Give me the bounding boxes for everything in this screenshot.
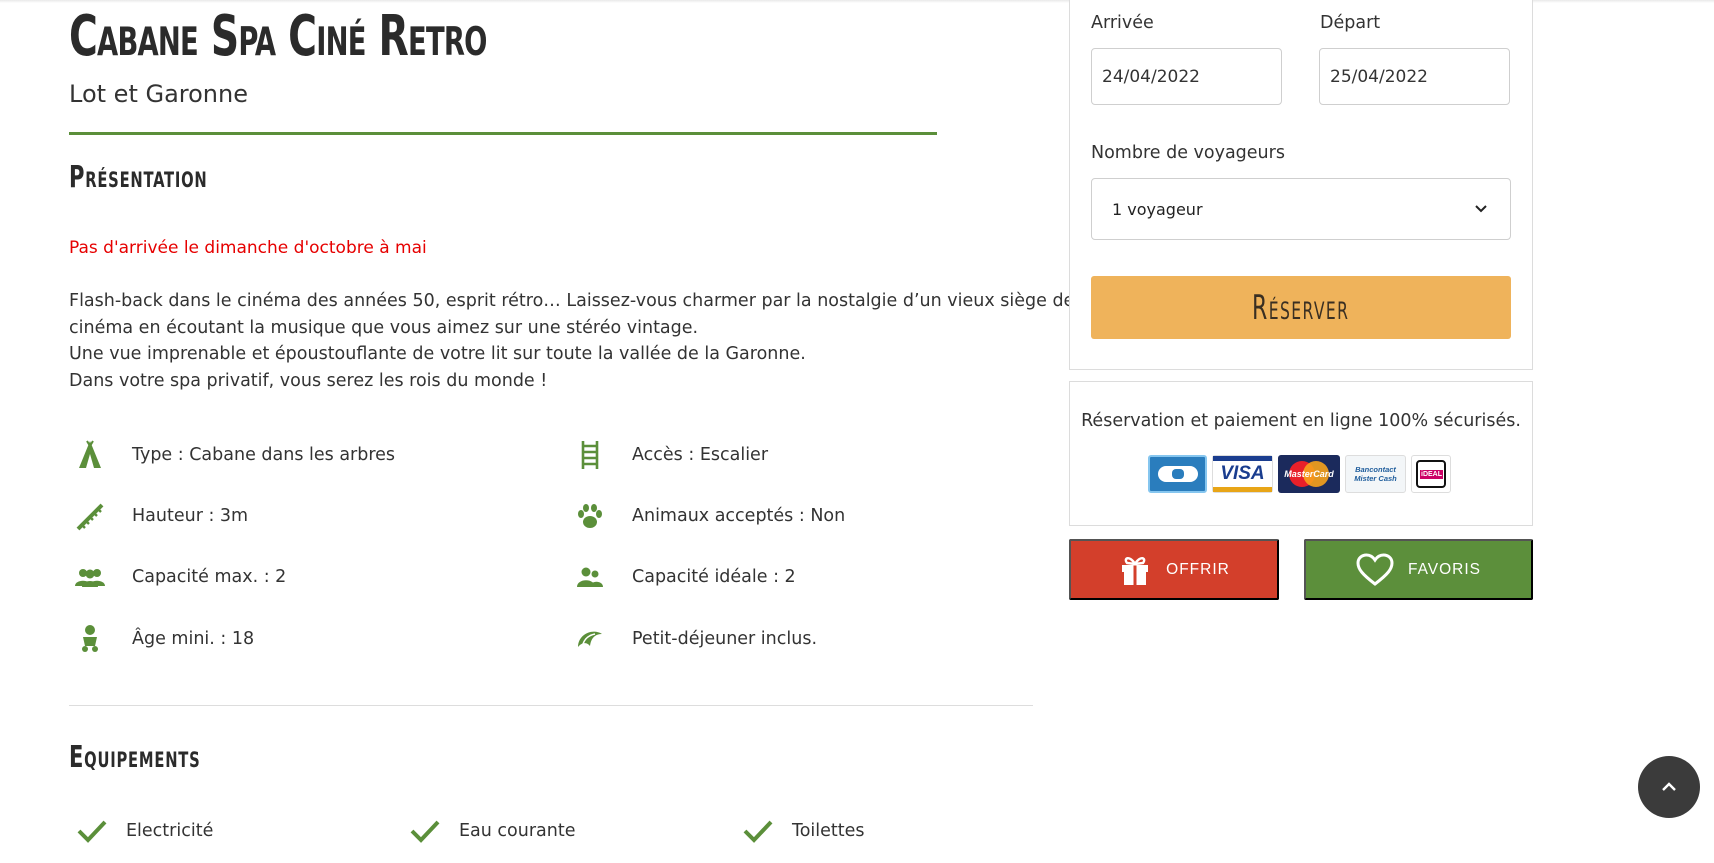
cb-card-logo: [1148, 455, 1207, 493]
feature-animals: Animaux acceptés : Non: [570, 496, 845, 536]
feature-label: Type : Cabane dans les arbres: [132, 445, 396, 465]
ladder-icon: [570, 435, 610, 475]
favorites-button-label: FAVORIS: [1407, 560, 1482, 578]
reserve-button-label: Réserver: [1252, 287, 1350, 328]
bancontact-text: Bancontact Mister Cash: [1354, 465, 1397, 483]
equipment-item-electricity: Electricité: [76, 814, 213, 848]
chevron-down-icon: [1475, 205, 1487, 213]
travelers-select[interactable]: 1 voyageur: [1091, 178, 1511, 240]
ideal-text: iDEAL: [1420, 469, 1443, 479]
feature-label: Hauteur : 3m: [132, 506, 249, 526]
equipment-item-toilets: Toilettes: [742, 814, 865, 848]
description-line: Une vue imprenable et époustouflante de …: [69, 344, 806, 364]
check-icon: [410, 820, 440, 843]
arrival-label: Arrivée: [1091, 13, 1154, 33]
secure-payment-panel: Réservation et paiement en ligne 100% sé…: [1069, 381, 1533, 526]
paw-icon: [570, 496, 610, 536]
offer-button-label: OFFRIR: [1166, 560, 1230, 578]
ideal-logo: iDEAL: [1411, 455, 1451, 493]
feature-type: Type : Cabane dans les arbres: [70, 435, 395, 475]
feature-label: Petit-déjeuner inclus.: [632, 629, 818, 649]
stairs-icon: [70, 496, 110, 536]
feature-label: Accès : Escalier: [632, 445, 769, 465]
description-line: Dans votre spa privatif, vous serez les …: [69, 370, 548, 391]
departure-label: Départ: [1320, 13, 1381, 33]
section-divider: [69, 705, 1033, 706]
location-subtitle: Lot et Garonne: [69, 80, 248, 108]
arrival-warning: Pas d'arrivée le dimanche d'octobre à ma…: [69, 238, 427, 258]
arrival-date-input[interactable]: [1091, 48, 1282, 105]
couple-icon: [570, 557, 610, 597]
check-icon: [77, 820, 107, 843]
gift-icon: [1122, 556, 1149, 585]
equipment-label: Toilettes: [792, 821, 865, 841]
payment-cards: VISA MasterCard Bancontact Mister Cash i…: [1148, 455, 1451, 493]
description: Flash-back dans le cinéma des années 50,…: [69, 288, 1075, 394]
back-to-top-button[interactable]: [1638, 756, 1700, 818]
description-line: Flash-back dans le cinéma des années 50,…: [69, 291, 1075, 311]
favorites-button[interactable]: FAVORIS: [1304, 539, 1533, 600]
feature-label: Capacité idéale : 2: [632, 567, 796, 587]
equipment-item-water: Eau courante: [409, 814, 576, 848]
equipment-label: Electricité: [126, 821, 214, 841]
check-icon: [743, 820, 773, 843]
tent-icon: [70, 435, 110, 475]
heart-icon: [1356, 552, 1394, 586]
offer-button[interactable]: OFFRIR: [1069, 539, 1279, 600]
feature-label: Animaux acceptés : Non: [632, 506, 846, 526]
equipment-heading: Equipements: [69, 740, 201, 775]
mastercard-text: MasterCard: [1284, 469, 1334, 479]
feature-breakfast: Petit-déjeuner inclus.: [570, 619, 817, 659]
departure-date-input[interactable]: [1319, 48, 1510, 105]
bancontact-logo: Bancontact Mister Cash: [1345, 455, 1406, 493]
travelers-label: Nombre de voyageurs: [1091, 143, 1285, 163]
feature-age-min: Âge mini. : 18: [70, 619, 254, 659]
visa-text: VISA: [1220, 463, 1265, 484]
feature-access: Accès : Escalier: [570, 435, 768, 475]
reserve-button[interactable]: Réserver: [1091, 276, 1511, 339]
visa-card-logo: VISA: [1212, 455, 1273, 493]
feature-label: Capacité max. : 2: [132, 567, 287, 587]
croissant-icon: [570, 619, 610, 659]
page-title: Cabane Spa Ciné Retro: [69, 4, 487, 69]
baby-icon: [70, 619, 110, 659]
chevron-up-icon: [1662, 782, 1676, 791]
equipment-label: Eau courante: [459, 821, 576, 841]
feature-capacity-max: Capacité max. : 2: [70, 557, 286, 597]
description-line: cinéma en écoutant la musique que vous a…: [69, 317, 699, 338]
mastercard-logo: MasterCard: [1278, 455, 1340, 493]
feature-height: Hauteur : 3m: [70, 496, 248, 536]
title-divider: [69, 132, 937, 135]
group-icon: [70, 557, 110, 597]
feature-label: Âge mini. : 18: [132, 629, 255, 649]
travelers-value: 1 voyageur: [1112, 199, 1203, 219]
feature-capacity-ideal: Capacité idéale : 2: [570, 557, 796, 597]
secure-payment-text: Réservation et paiement en ligne 100% sé…: [1081, 411, 1521, 431]
presentation-heading: Présentation: [69, 160, 208, 195]
